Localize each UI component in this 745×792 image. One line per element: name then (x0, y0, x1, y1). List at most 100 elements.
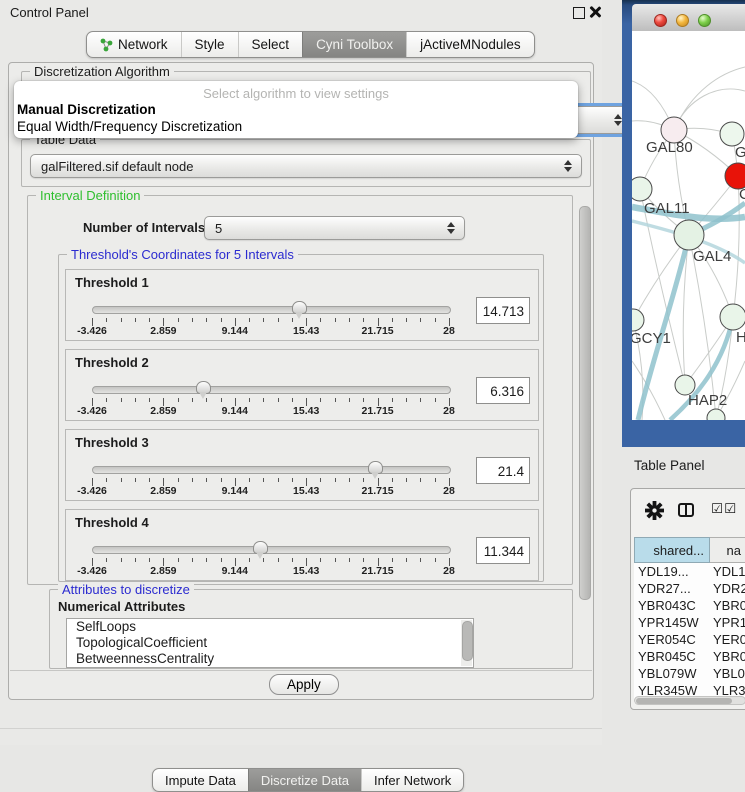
network-window-titlebar[interactable] (632, 4, 745, 32)
zoom-traffic-light-icon[interactable] (698, 14, 711, 27)
tab-label: Cyni Toolbox (316, 37, 393, 52)
control-panel-window: Control Panel NetworkStyleSelect Cyni Too… (0, 0, 602, 745)
apply-button[interactable]: Apply (269, 674, 339, 695)
threshold-panel-4: Threshold 4-3.4262.8599.14415.4321.71528… (65, 509, 539, 581)
slider-tick-labels: -3.4262.8599.14415.4321.71528 (92, 325, 449, 337)
settings-scroll-viewport: Interval Definition Number of Intervals … (21, 191, 577, 669)
table-cell: YBR043C (634, 598, 710, 613)
tab-select[interactable]: Select (238, 32, 303, 57)
group-title: Interval Definition (36, 188, 144, 203)
slider-thumb[interactable] (253, 541, 268, 554)
slider-track[interactable] (92, 466, 451, 474)
column-chooser-icon[interactable] (678, 503, 694, 517)
threshold-panel-3: Threshold 3-3.4262.8599.14415.4321.71528… (65, 429, 539, 501)
tab-jactivemnodules[interactable]: jActiveMNodules (406, 32, 534, 57)
network-canvas[interactable]: GAL80GACGAL11GAL4GCY1HHAP2 (632, 31, 745, 420)
combo-arrows-icon (614, 114, 622, 126)
group-title: Discretization Algorithm (30, 64, 174, 79)
node-label: GAL80 (646, 139, 693, 156)
network-node-ga[interactable] (720, 122, 744, 146)
tab-discretize-data[interactable]: Discretize Data (248, 769, 361, 791)
table-row[interactable]: YBR045CYBR0 (634, 648, 745, 665)
settings-vertical-scrollbar[interactable] (577, 191, 590, 669)
slider-thumb[interactable] (292, 301, 307, 314)
table-row[interactable]: YPR145WYPR1 (634, 614, 745, 631)
table-row[interactable]: YDL19...YDL1 (634, 563, 745, 580)
tab-label: Discretize Data (261, 773, 349, 788)
table-column-header-1[interactable]: shared... (634, 537, 710, 563)
threshold-value-field[interactable]: 11.344 (476, 537, 530, 564)
network-node-gcy1[interactable] (632, 309, 644, 331)
threshold-value-field[interactable]: 6.316 (476, 377, 530, 404)
tab-impute-data[interactable]: Impute Data (153, 769, 248, 791)
tab-cyni-toolbox[interactable]: Cyni Toolbox (302, 32, 406, 57)
table-data-group: Table Data galFiltered.sif default node (21, 139, 591, 187)
node-label: GA (735, 144, 745, 161)
network-node-h[interactable] (720, 304, 745, 330)
table-row[interactable]: YDR27...YDR2 (634, 580, 745, 597)
table-column-header-2[interactable]: na (710, 537, 745, 563)
threshold-label: Threshold 1 (75, 275, 149, 290)
table-row[interactable]: YBR043CYBR0 (634, 597, 745, 614)
tab-network[interactable]: Network (87, 32, 181, 57)
network-edge (632, 361, 665, 420)
attribute-item-selfloops[interactable]: SelfLoops (67, 619, 473, 635)
threshold-label: Threshold 2 (75, 355, 149, 370)
attributes-list-scrollbar[interactable] (461, 620, 472, 666)
gear-icon[interactable] (645, 501, 664, 520)
dropdown-option-equal-width-frequency[interactable]: Equal Width/Frequency Discretization (14, 118, 578, 135)
tab-style[interactable]: Style (181, 32, 238, 57)
slider-thumb[interactable] (196, 381, 211, 394)
table-row[interactable]: YBL079WYBL0 (634, 665, 745, 682)
attributes-to-discretize-group: Attributes to discretize Numerical Attri… (49, 589, 573, 669)
threshold-label: Threshold 3 (75, 435, 149, 450)
scrollbar-thumb[interactable] (636, 698, 732, 704)
table-cell: YDR27... (634, 581, 710, 596)
close-traffic-light-icon[interactable] (654, 14, 667, 27)
threshold-value-field[interactable]: 21.4 (476, 457, 530, 484)
threshold-coordinates-group: Threshold's Coordinates for 5 Intervals … (58, 254, 544, 582)
interval-definition-group: Interval Definition Number of Intervals … (27, 195, 573, 585)
node-label: GAL11 (644, 200, 690, 217)
table-data-value: galFiltered.sif default node (41, 159, 193, 174)
group-title: Threshold's Coordinates for 5 Intervals (67, 247, 298, 262)
number-of-intervals-combobox[interactable]: 5 (204, 216, 465, 240)
attribute-item-betweennesscentrality[interactable]: BetweennessCentrality (67, 651, 473, 667)
network-node-gal11[interactable] (632, 177, 652, 201)
dropdown-prompt: Select algorithm to view settings (14, 81, 578, 101)
slider-track[interactable] (92, 306, 451, 314)
table-cell: YPR145W (634, 615, 710, 630)
threshold-value-field[interactable]: 14.713 (476, 297, 530, 324)
table-cell: YDL19... (634, 564, 710, 579)
slider-track[interactable] (92, 386, 451, 394)
minimize-traffic-light-icon[interactable] (676, 14, 689, 27)
table-panel: Table Panel ☑☑ shared...na YDL19...Y (602, 447, 745, 745)
window-title: Control Panel (10, 5, 89, 20)
table-cell: YDR2 (710, 581, 745, 596)
tab-label: Impute Data (165, 773, 236, 788)
network-node-gal4[interactable] (674, 220, 704, 250)
attribute-item-topologicalcoefficient[interactable]: TopologicalCoefficient (67, 635, 473, 651)
group-title: Attributes to discretize (58, 582, 194, 597)
float-window-icon[interactable] (573, 7, 585, 19)
table-row[interactable]: YER054CYER0 (634, 631, 745, 648)
tab-label: Infer Network (374, 773, 451, 788)
slider-tick-labels: -3.4262.8599.14415.4321.71528 (92, 565, 449, 577)
combo-arrows-icon (447, 222, 455, 234)
network-icon (100, 38, 113, 52)
table-horizontal-scrollbar[interactable] (634, 696, 745, 705)
table-data-combobox[interactable]: galFiltered.sif default node (30, 154, 582, 178)
network-node-unnamed[interactable] (707, 409, 725, 420)
tab-infer-network[interactable]: Infer Network (361, 769, 463, 791)
checkbox-filter-icon[interactable]: ☑☑ (711, 501, 737, 517)
table-header-row: shared...na (634, 537, 745, 563)
slider-tick-labels: -3.4262.8599.14415.4321.71528 (92, 405, 449, 417)
tab-label: jActiveMNodules (420, 37, 521, 52)
slider-thumb[interactable] (368, 461, 383, 474)
slider-track[interactable] (92, 546, 451, 554)
divider (0, 728, 602, 729)
table-cell: YBR0 (710, 598, 745, 613)
dropdown-option-manual-discretization[interactable]: Manual Discretization (14, 101, 578, 118)
scrollbar-thumb[interactable] (579, 206, 591, 600)
close-icon[interactable] (589, 6, 601, 18)
